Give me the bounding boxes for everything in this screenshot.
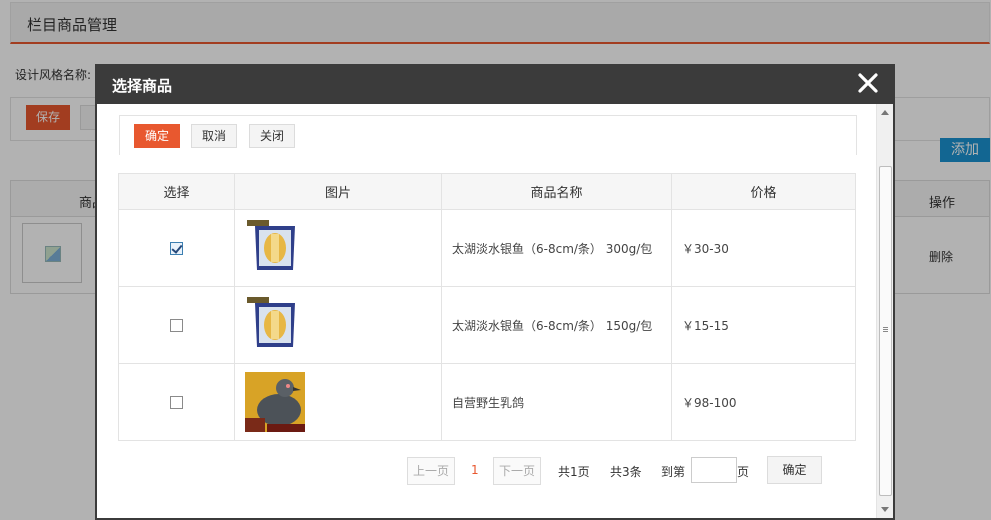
table-header-row: 选择 图片 商品名称 价格 (118, 173, 856, 210)
goto-page-input[interactable] (691, 457, 737, 483)
goods-name: 太湖淡水银鱼（6-8cm/条） 300g/包 (441, 209, 672, 287)
goto-confirm-button[interactable]: 确定 (767, 456, 822, 484)
goods-table: 选择 图片 商品名称 价格 太湖淡水银鱼（6-8cm/条） 300g/包 ￥30… (118, 173, 856, 441)
scroll-up-icon[interactable] (881, 110, 889, 115)
goods-price: ￥98-100 (671, 363, 856, 441)
goto-suffix: 页 (737, 465, 750, 479)
goto-prefix: 到第 (661, 465, 686, 479)
dialog-toolbar: 确定 取消 关闭 (119, 115, 857, 155)
dialog-title: 选择商品 (112, 77, 173, 95)
row-checkbox[interactable] (170, 396, 183, 409)
current-page[interactable]: 1 (471, 463, 479, 477)
column-name: 商品名称 (441, 173, 672, 210)
total-pages: 共1页 (558, 465, 590, 479)
select-goods-dialog: 选择商品 确定 取消 关闭 选择 图片 商品名称 价格 太湖淡水银鱼（6-8cm… (95, 64, 895, 520)
confirm-button[interactable]: 确定 (134, 124, 180, 148)
total-items: 共3条 (610, 465, 642, 479)
pagination: 上一页 1 下一页 共1页 共3条 到第 页 确定 (97, 456, 877, 486)
fish-package-image (247, 297, 295, 347)
goods-name: 自营野生乳鸽 (441, 363, 672, 441)
pigeon-image (245, 372, 305, 432)
goods-price: ￥15-15 (671, 286, 856, 364)
table-row: 太湖淡水银鱼（6-8cm/条） 150g/包 ￥15-15 (118, 286, 856, 364)
row-checkbox[interactable] (170, 319, 183, 332)
goods-price: ￥30-30 (671, 209, 856, 287)
scroll-down-icon[interactable] (881, 507, 889, 512)
close-icon[interactable] (855, 70, 881, 96)
prev-page-button[interactable]: 上一页 (407, 457, 455, 485)
scrollbar-thumb[interactable] (879, 166, 892, 496)
cancel-button[interactable]: 取消 (191, 124, 237, 148)
dialog-scrollbar[interactable] (876, 104, 893, 518)
dialog-header: 选择商品 (95, 64, 895, 104)
next-page-button[interactable]: 下一页 (493, 457, 541, 485)
column-image: 图片 (234, 173, 442, 210)
column-price: 价格 (671, 173, 856, 210)
dialog-body: 确定 取消 关闭 选择 图片 商品名称 价格 太湖淡水银鱼（6-8cm/条） 3… (97, 104, 877, 518)
row-checkbox[interactable] (170, 242, 183, 255)
table-row: 自营野生乳鸽 ￥98-100 (118, 363, 856, 441)
goods-name: 太湖淡水银鱼（6-8cm/条） 150g/包 (441, 286, 672, 364)
close-button[interactable]: 关闭 (249, 124, 295, 148)
fish-package-image (247, 220, 295, 270)
table-row: 太湖淡水银鱼（6-8cm/条） 300g/包 ￥30-30 (118, 209, 856, 287)
column-select: 选择 (118, 173, 235, 210)
